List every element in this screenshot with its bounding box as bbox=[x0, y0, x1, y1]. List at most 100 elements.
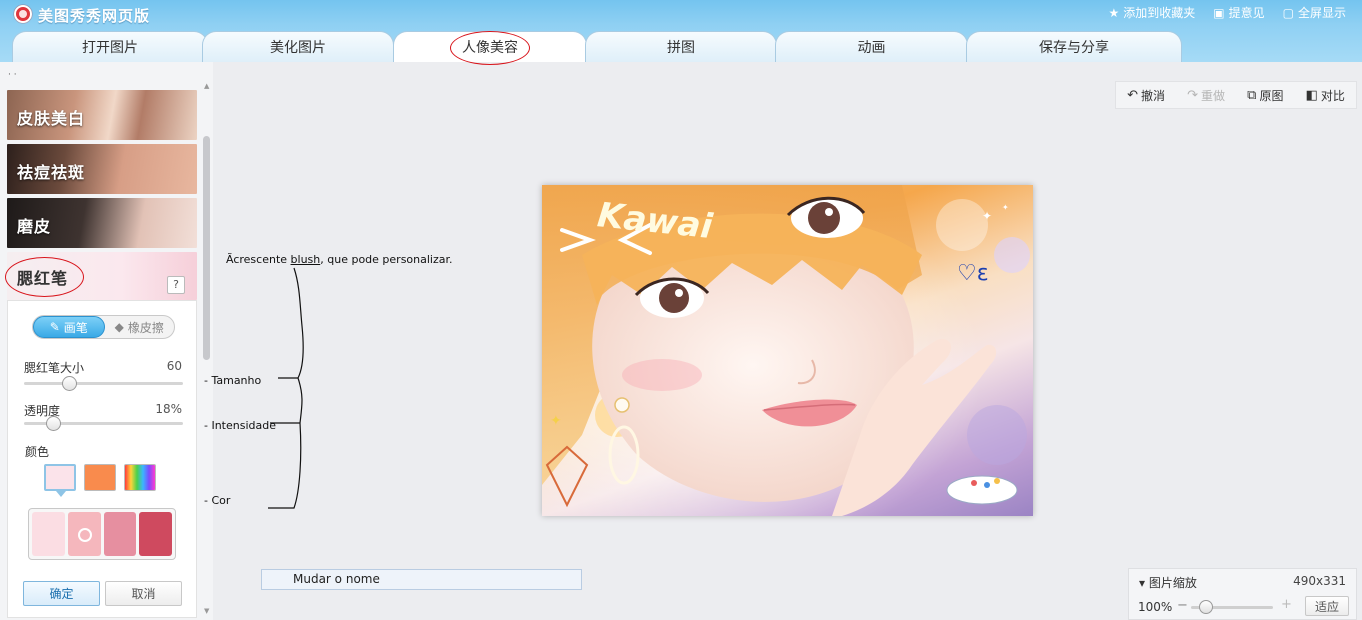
palette-swatch-rose[interactable] bbox=[103, 512, 137, 556]
annotation-size: - Tamanho bbox=[204, 374, 262, 387]
top-links: ★ 添加到收藏夹 ▣ 提意见 ▢ 全屏显示 bbox=[1109, 4, 1347, 21]
app-title: 美图秀秀网页版 bbox=[38, 7, 151, 25]
tab-save-share-label: 保存与分享 bbox=[1039, 40, 1109, 56]
feature-skin-whitening-label: 皮肤美白 bbox=[17, 109, 86, 128]
annotation-suffix: , que pode personalizar. bbox=[320, 253, 453, 266]
brush-size-slider[interactable] bbox=[24, 376, 183, 391]
color-palette bbox=[28, 508, 176, 560]
brush-mode-button[interactable]: ✎ 画笔 bbox=[33, 316, 105, 338]
feedback-link[interactable]: ▣ 提意见 bbox=[1213, 4, 1264, 21]
eraser-icon: ◆ bbox=[114, 320, 124, 334]
palette-swatch-crimson[interactable] bbox=[139, 512, 172, 556]
opacity-value: 18% bbox=[155, 402, 182, 416]
tab-save-share[interactable]: 保存与分享 bbox=[966, 31, 1182, 62]
zoom-out-icon[interactable]: − bbox=[1177, 598, 1188, 613]
fullscreen-link[interactable]: ▢ 全屏显示 bbox=[1283, 4, 1346, 21]
redo-button[interactable]: ↷ 重做 bbox=[1187, 87, 1225, 104]
color-label: 颜色 bbox=[25, 445, 50, 459]
redo-icon: ↷ bbox=[1187, 87, 1199, 103]
tab-animation-label: 动画 bbox=[857, 40, 886, 56]
svg-text:✦: ✦ bbox=[1002, 203, 1009, 212]
app-header: 美图秀秀网页版 ★ 添加到收藏夹 ▣ 提意见 ▢ 全屏显示 打开图片 美化图片 … bbox=[0, 0, 1362, 65]
brush-size-label: 腮红笔大小 bbox=[24, 361, 85, 375]
annotation-color: - Cor bbox=[204, 494, 231, 507]
zoom-slider-thumb[interactable] bbox=[1198, 600, 1213, 614]
brush-mode-label: 画笔 bbox=[63, 320, 88, 335]
help-button[interactable]: ? bbox=[167, 276, 185, 294]
app-logo-icon bbox=[14, 5, 32, 23]
brush-icon: ✎ bbox=[49, 320, 60, 334]
image-dimensions: 490x331 bbox=[1293, 574, 1346, 588]
add-favorite-label: 添加到收藏夹 bbox=[1123, 6, 1196, 20]
tab-beautify[interactable]: 美化图片 bbox=[202, 31, 394, 62]
fit-button[interactable]: 适应 bbox=[1305, 596, 1349, 616]
original-button[interactable]: ⧉ 原图 bbox=[1247, 87, 1283, 104]
undo-label: 撤消 bbox=[1140, 88, 1165, 103]
left-panel: · · 皮肤美白 祛痘祛斑 磨皮 腮红笔 ? ✎ 画笔 ◆ 橡皮擦 腮红笔大小 … bbox=[0, 62, 213, 620]
feedback-label: 提意见 bbox=[1228, 6, 1265, 20]
add-favorite-link[interactable]: ★ 添加到收藏夹 bbox=[1109, 4, 1196, 21]
tab-animation[interactable]: 动画 bbox=[775, 31, 968, 62]
compare-button[interactable]: ◧ 对比 bbox=[1306, 87, 1345, 104]
confirm-button[interactable]: 确定 bbox=[23, 581, 100, 606]
scroll-up-icon[interactable]: ▲ bbox=[204, 82, 209, 90]
feature-acne-removal-label: 祛痘祛斑 bbox=[17, 163, 86, 182]
edited-photo[interactable]: ✦ ✦ ✦ ♡ε Kawai bbox=[542, 185, 1033, 516]
tab-open-image[interactable]: 打开图片 bbox=[12, 31, 208, 62]
zoom-title-label: 图片缩放 bbox=[1148, 576, 1197, 590]
color-preset-orange[interactable] bbox=[84, 464, 116, 491]
tab-beautify-label: 美化图片 bbox=[270, 40, 326, 56]
palette-swatch-pink[interactable] bbox=[67, 512, 101, 556]
opacity-slider[interactable] bbox=[24, 416, 183, 431]
redo-label: 重做 bbox=[1201, 88, 1226, 103]
feature-smoothing[interactable]: 磨皮 bbox=[7, 198, 197, 248]
original-image-icon: ⧉ bbox=[1247, 87, 1257, 103]
zoom-slider[interactable] bbox=[1191, 600, 1273, 614]
brush-mode-toggle: ✎ 画笔 ◆ 橡皮擦 bbox=[32, 315, 175, 339]
brush-size-slider-thumb[interactable] bbox=[61, 376, 77, 391]
color-preset-rainbow[interactable] bbox=[124, 464, 156, 491]
tab-portrait-label: 人像美容 bbox=[450, 31, 530, 65]
fullscreen-label: 全屏显示 bbox=[1297, 6, 1346, 20]
panel-top-hint: · · bbox=[8, 70, 17, 80]
undo-icon: ↶ bbox=[1127, 87, 1138, 103]
main-tabs: 打开图片 美化图片 人像美容 拼图 动画 保存与分享 bbox=[0, 31, 1362, 65]
feature-skin-whitening[interactable]: 皮肤美白 bbox=[7, 90, 197, 140]
feature-blush-brush-label: 腮红笔 bbox=[4, 257, 85, 297]
eraser-mode-button[interactable]: ◆ 橡皮擦 bbox=[105, 316, 175, 338]
photo-illustration: ✦ ✦ ✦ ♡ε Kawai bbox=[542, 185, 1033, 516]
svg-text:♡ε: ♡ε bbox=[957, 261, 989, 286]
brush-size-value: 60 bbox=[166, 359, 182, 373]
undo-button[interactable]: ↶ 撤消 bbox=[1127, 87, 1165, 104]
chat-icon: ▣ bbox=[1213, 5, 1225, 20]
cancel-button[interactable]: 取消 bbox=[105, 581, 182, 606]
compare-label: 对比 bbox=[1320, 88, 1345, 103]
scroll-down-icon[interactable]: ▼ bbox=[204, 607, 209, 615]
star-icon: ★ bbox=[1108, 5, 1120, 20]
tab-collage-label: 拼图 bbox=[667, 40, 695, 56]
rename-bar[interactable]: Mudar o nome bbox=[261, 569, 582, 590]
zoom-panel: ▾ 图片缩放 490x331 100% − + 适应 bbox=[1128, 568, 1357, 620]
tab-portrait[interactable]: 人像美容 bbox=[393, 31, 587, 65]
collapse-icon: ▾ bbox=[1139, 576, 1146, 590]
annotation-underlined: blush bbox=[290, 253, 321, 266]
canvas-toolbar: ↶ 撤消 ↷ 重做 ⧉ 原图 ◧ 对比 bbox=[1115, 81, 1357, 109]
zoom-title[interactable]: ▾ 图片缩放 bbox=[1139, 574, 1197, 591]
zoom-percent: 100% bbox=[1138, 600, 1173, 614]
opacity-slider-thumb[interactable] bbox=[45, 416, 61, 431]
compare-icon: ◧ bbox=[1305, 87, 1318, 103]
eraser-mode-label: 橡皮擦 bbox=[127, 320, 164, 335]
annotation-bracket bbox=[268, 267, 304, 509]
feature-acne-removal[interactable]: 祛痘祛斑 bbox=[7, 144, 197, 194]
feature-smoothing-label: 磨皮 bbox=[17, 217, 52, 236]
scrollbar-thumb[interactable] bbox=[203, 136, 210, 360]
zoom-in-icon[interactable]: + bbox=[1281, 597, 1292, 612]
palette-swatch-light-pink[interactable] bbox=[32, 512, 65, 556]
color-preset-pink[interactable] bbox=[44, 464, 76, 497]
tab-collage[interactable]: 拼图 bbox=[585, 31, 777, 62]
annotation-blush-description: Ãcrescente blush, que pode personalizar. bbox=[226, 253, 453, 266]
left-panel-scrollbar[interactable]: ▲ ▼ bbox=[200, 62, 213, 620]
svg-text:✦: ✦ bbox=[550, 413, 562, 429]
fullscreen-icon: ▢ bbox=[1282, 5, 1294, 20]
original-label: 原图 bbox=[1259, 88, 1284, 103]
